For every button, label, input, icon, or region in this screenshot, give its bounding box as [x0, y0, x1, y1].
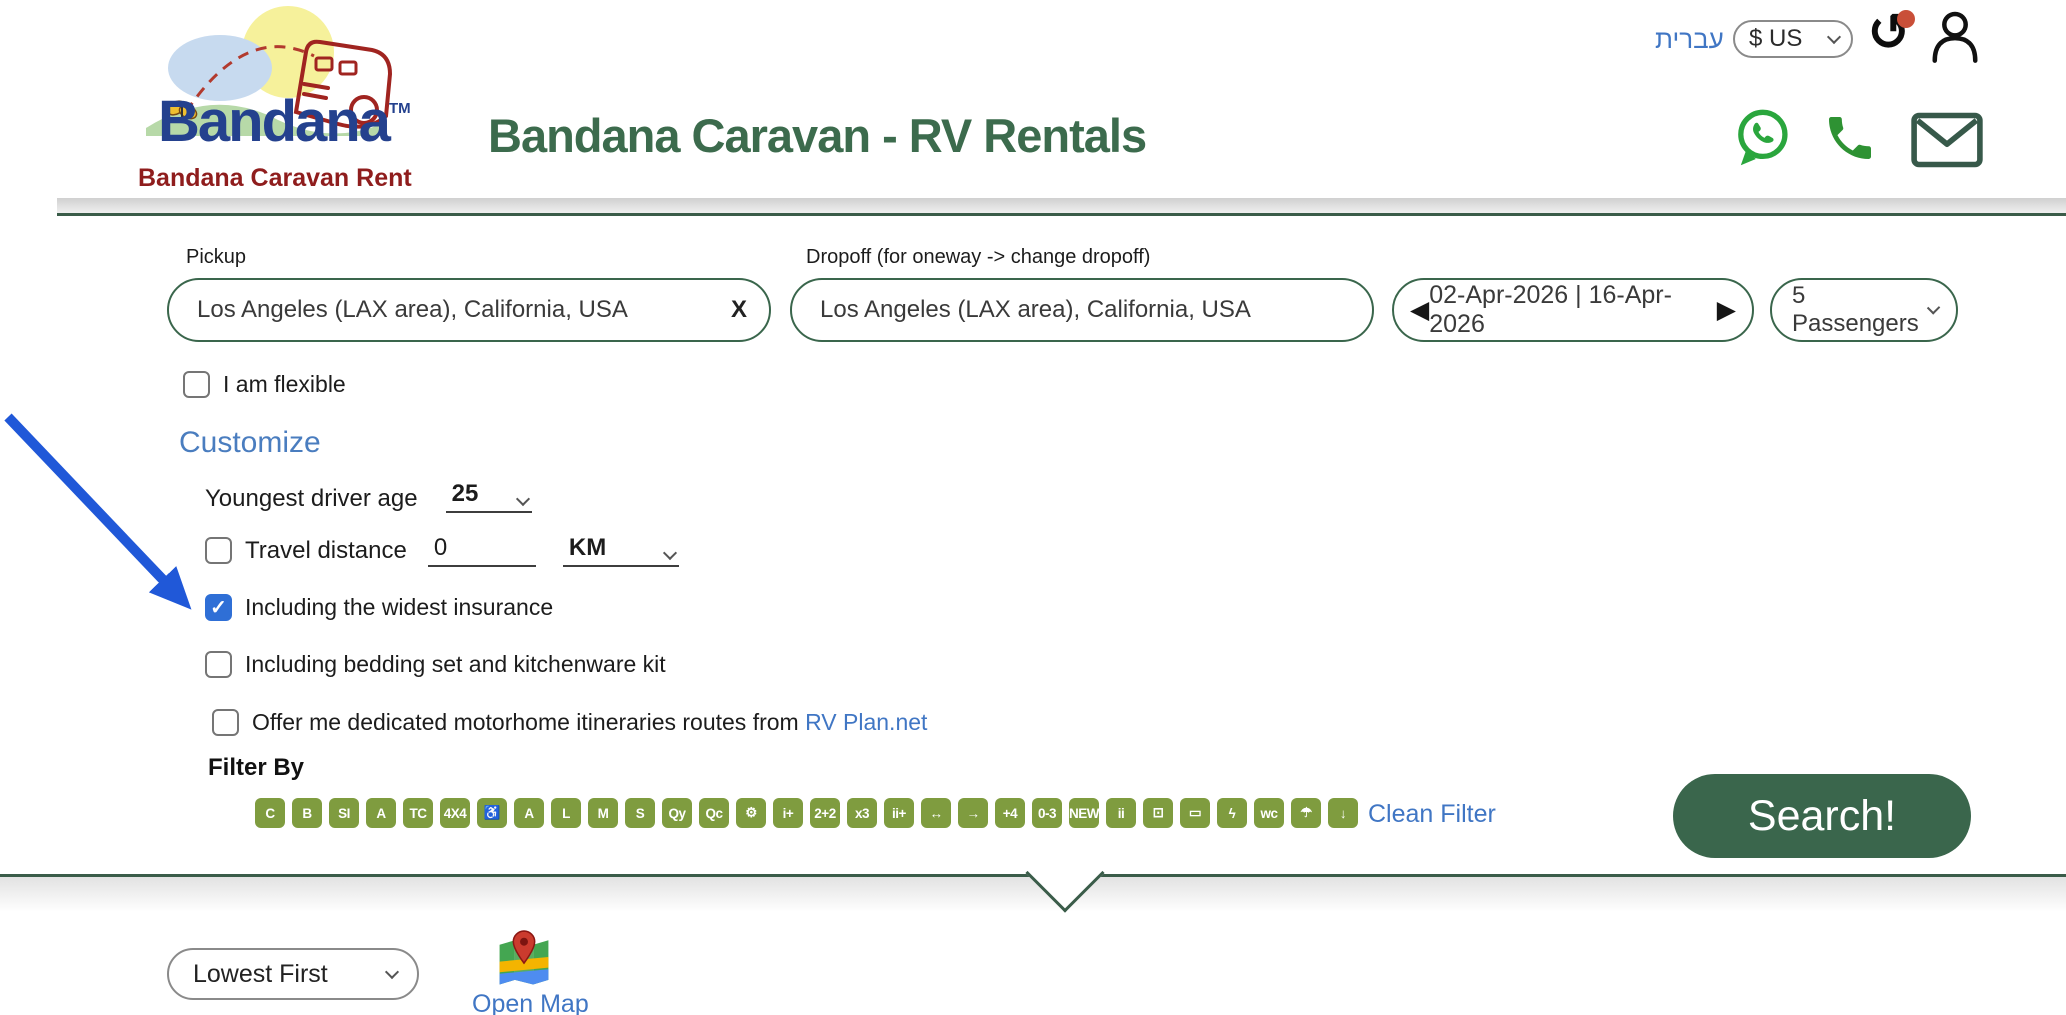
filter-qc-icon[interactable]: Qc — [699, 798, 729, 828]
travel-distance-label: Travel distance — [245, 537, 407, 565]
filter-gear-icon[interactable]: ⚙ — [736, 798, 766, 828]
trademark: TM — [389, 100, 411, 117]
travel-distance-row: Travel distance 0 KM — [205, 534, 679, 567]
filter-class-a-icon[interactable]: A — [366, 798, 396, 828]
account-icon[interactable] — [1928, 8, 1982, 66]
brand-subtitle: Bandana Caravan Rent — [138, 164, 412, 193]
itineraries-label: Offer me dedicated motorhome itineraries… — [252, 709, 927, 736]
filter-wide-bed-icon[interactable]: ↔ — [921, 798, 951, 828]
date-range-value[interactable]: 02-Apr-2026 | 16-Apr-2026 — [1429, 281, 1717, 339]
filter-x3-icon[interactable]: x3 — [847, 798, 877, 828]
page-title: Bandana Caravan - RV Rentals — [488, 108, 1146, 163]
travel-distance-checkbox[interactable] — [205, 537, 232, 564]
flexible-row: I am flexible — [183, 371, 346, 398]
filter-large-rv-icon[interactable]: L — [551, 798, 581, 828]
youngest-driver-label: Youngest driver age — [205, 485, 418, 513]
insurance-label: Including the widest insurance — [245, 594, 553, 621]
filter-new-model-icon[interactable]: NEW — [1069, 798, 1099, 828]
filter-medium-rv-icon[interactable]: M — [588, 798, 618, 828]
chevron-down-icon — [663, 546, 677, 560]
filter-family-plus-icon[interactable]: ii+ — [884, 798, 914, 828]
itineraries-row: Offer me dedicated motorhome itineraries… — [212, 709, 927, 736]
clear-pickup-icon[interactable]: X — [731, 296, 747, 324]
bedding-label: Including bedding set and kitchenware ki… — [245, 651, 666, 678]
flexible-checkbox[interactable] — [183, 371, 210, 398]
flexible-label: I am flexible — [223, 371, 346, 398]
dropoff-label: Dropoff (for oneway -> change dropoff) — [806, 246, 1150, 269]
filter-wc-icon[interactable]: wc — [1254, 798, 1284, 828]
youngest-driver-row: Youngest driver age 25 — [205, 480, 532, 513]
pickup-input[interactable] — [195, 295, 711, 325]
header-divider — [57, 198, 2066, 216]
filter-icons-row: CBSIATC4X4♿ALMSQyQc⚙i+2+2x3ii+↔→+40-3NEW… — [255, 798, 1358, 828]
filter-4x4-icon[interactable]: 4X4 — [440, 798, 470, 828]
chevron-down-icon — [516, 492, 530, 506]
brand-wordmark: BandanaTM — [158, 88, 411, 155]
filter-bunk-bed-icon[interactable]: ▭ — [1180, 798, 1210, 828]
chevron-down-icon — [385, 965, 399, 979]
filter-class-b-icon[interactable]: B — [292, 798, 322, 828]
filter-couple-icon[interactable]: ii — [1106, 798, 1136, 828]
filter-wheelchair-accessible-icon[interactable]: ♿ — [477, 798, 507, 828]
bandana-caravan-page: עברית $ US ↺ BandanaTM Banda — [0, 0, 2066, 1015]
customize-link[interactable]: Customize — [179, 426, 321, 460]
next-dates-icon[interactable]: ▶ — [1717, 295, 1736, 325]
language-link-hebrew[interactable]: עברית — [1655, 24, 1724, 55]
rv-plan-link[interactable]: RV Plan.net — [805, 709, 927, 735]
email-icon[interactable] — [1910, 112, 1984, 173]
filter-automatic-transmission-icon[interactable]: A — [514, 798, 544, 828]
filter-seats-2plus2-icon[interactable]: 2+2 — [810, 798, 840, 828]
filter-tv-icon[interactable]: ⊡ — [1143, 798, 1173, 828]
section-divider-shadow — [0, 877, 2066, 911]
dropoff-input[interactable] — [818, 295, 1346, 325]
currency-value: $ US — [1749, 25, 1802, 53]
chevron-down-icon — [1827, 30, 1841, 44]
sort-select[interactable]: Lowest First — [167, 948, 419, 1000]
search-button[interactable]: Search! — [1673, 774, 1971, 858]
previous-dates-icon[interactable]: ◀ — [1410, 295, 1429, 325]
insurance-row: ✓ Including the widest insurance — [205, 594, 553, 621]
filter-generator-icon[interactable]: ϟ — [1217, 798, 1247, 828]
pickup-label: Pickup — [186, 246, 246, 269]
phone-icon[interactable] — [1822, 110, 1878, 171]
date-range-field[interactable]: ◀ 02-Apr-2026 | 16-Apr-2026 ▶ — [1392, 278, 1754, 342]
filter-by-label: Filter By — [208, 754, 304, 782]
filter-extra-driver-icon[interactable]: i+ — [773, 798, 803, 828]
distance-unit-select[interactable]: KM — [563, 534, 679, 567]
filter-semi-integrated-icon[interactable]: SI — [329, 798, 359, 828]
insurance-checkbox[interactable]: ✓ — [205, 594, 232, 621]
open-map-link[interactable]: Open Map — [472, 990, 589, 1015]
itineraries-checkbox[interactable] — [212, 709, 239, 736]
bedding-checkbox[interactable] — [205, 651, 232, 678]
dropoff-field[interactable] — [790, 278, 1374, 342]
filter-rv-loading-icon[interactable]: ↓ — [1328, 798, 1358, 828]
passengers-value: 5 Passengers — [1792, 282, 1929, 338]
filter-child-0-3-icon[interactable]: 0-3 — [1032, 798, 1062, 828]
bedding-row: Including bedding set and kitchenware ki… — [205, 651, 666, 678]
clean-filter-link[interactable]: Clean Filter — [1368, 800, 1496, 829]
notification-dot — [1897, 10, 1915, 28]
passengers-select[interactable]: 5 Passengers — [1770, 278, 1958, 342]
filter-slide-out-icon[interactable]: → — [958, 798, 988, 828]
filter-class-c-icon[interactable]: C — [255, 798, 285, 828]
filter-truck-camper-icon[interactable]: TC — [403, 798, 433, 828]
pickup-field[interactable]: X — [167, 278, 771, 342]
filter-shower-icon[interactable]: ☂ — [1291, 798, 1321, 828]
filter-qy-icon[interactable]: Qy — [662, 798, 692, 828]
whatsapp-icon[interactable] — [1732, 106, 1792, 173]
open-map-icon[interactable] — [496, 928, 552, 986]
filter-small-rv-icon[interactable]: S — [625, 798, 655, 828]
sort-value: Lowest First — [193, 960, 328, 989]
youngest-driver-select[interactable]: 25 — [446, 480, 532, 513]
filter-plus-4-seats-icon[interactable]: +4 — [995, 798, 1025, 828]
travel-distance-input[interactable]: 0 — [428, 534, 536, 567]
currency-select[interactable]: $ US — [1733, 20, 1853, 58]
history-undo-icon[interactable]: ↺ — [1860, 2, 1918, 66]
